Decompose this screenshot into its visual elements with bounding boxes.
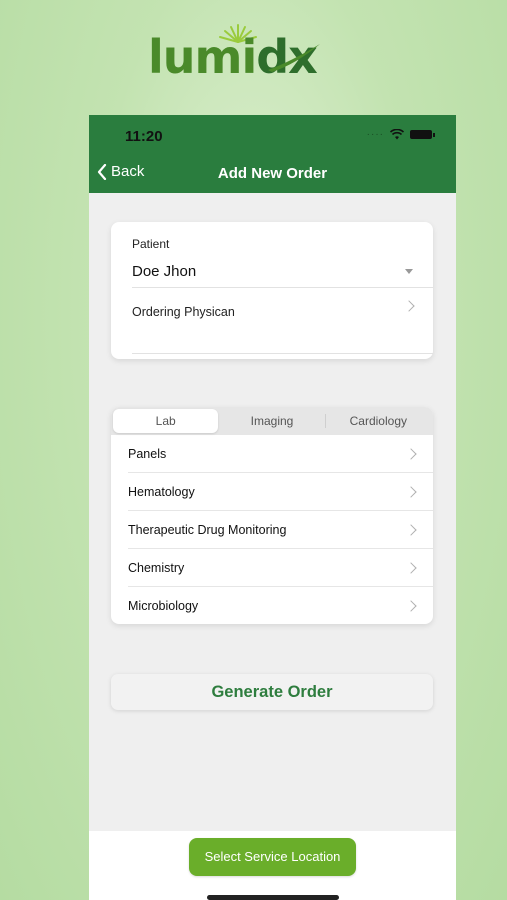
category-card: Lab Imaging Cardiology Panels Hematology… <box>111 407 433 624</box>
logo-text-main: lumi <box>148 30 257 84</box>
generate-order-button[interactable]: Generate Order <box>111 674 433 710</box>
status-icons: ···· <box>366 129 435 140</box>
battery-icon <box>410 130 435 139</box>
caret-down-icon[interactable] <box>405 269 413 274</box>
list-item-chemistry[interactable]: Chemistry <box>111 549 433 587</box>
ordering-physician-row[interactable]: Ordering Physican <box>111 288 433 354</box>
ordering-physician-label: Ordering Physican <box>132 305 235 319</box>
order-type-tabs: Lab Imaging Cardiology <box>111 407 433 435</box>
list-item-label: Panels <box>128 447 167 461</box>
chevron-right-icon <box>405 600 417 612</box>
chevron-right-icon <box>405 448 417 460</box>
tab-lab[interactable]: Lab <box>113 409 219 433</box>
wifi-icon <box>390 129 404 140</box>
list-item-label: Microbiology <box>128 599 199 613</box>
list-item-microbiology[interactable]: Microbiology <box>111 587 433 625</box>
bottom-bar: Select Service Location <box>89 831 456 900</box>
signal-dots-icon: ···· <box>366 129 384 140</box>
list-item-label: Hematology <box>128 485 195 499</box>
list-item-label: Chemistry <box>128 561 185 575</box>
chevron-right-icon <box>405 486 417 498</box>
list-item-panels[interactable]: Panels <box>111 435 433 473</box>
list-item-label: Therapeutic Drug Monitoring <box>128 523 287 537</box>
tab-cardiology[interactable]: Cardiology <box>326 409 431 433</box>
status-time: 11:20 <box>125 128 163 145</box>
patient-label: Patient <box>132 237 170 251</box>
chevron-right-icon <box>403 300 415 312</box>
select-service-location-button[interactable]: Select Service Location <box>189 838 356 876</box>
home-indicator <box>207 895 339 900</box>
chevron-right-icon <box>405 524 417 536</box>
list-item-therapeutic-drug-monitoring[interactable]: Therapeutic Drug Monitoring <box>111 511 433 549</box>
chevron-right-icon <box>405 562 417 574</box>
phone-screen: 11:20 ···· Back Add New Order Patient Do… <box>89 115 456 900</box>
list-item-hematology[interactable]: Hematology <box>111 473 433 511</box>
page-title: Add New Order <box>217 165 328 182</box>
lumidx-logo: lumidx <box>148 22 328 84</box>
tab-imaging[interactable]: Imaging <box>219 409 324 433</box>
patient-select[interactable]: Doe Jhon <box>132 263 196 280</box>
logo-swoosh <box>268 44 320 72</box>
patient-card: Patient Doe Jhon Ordering Physican <box>111 222 433 359</box>
divider <box>132 353 433 354</box>
navigation-bar: 11:20 ···· Back Add New Order <box>89 115 456 193</box>
